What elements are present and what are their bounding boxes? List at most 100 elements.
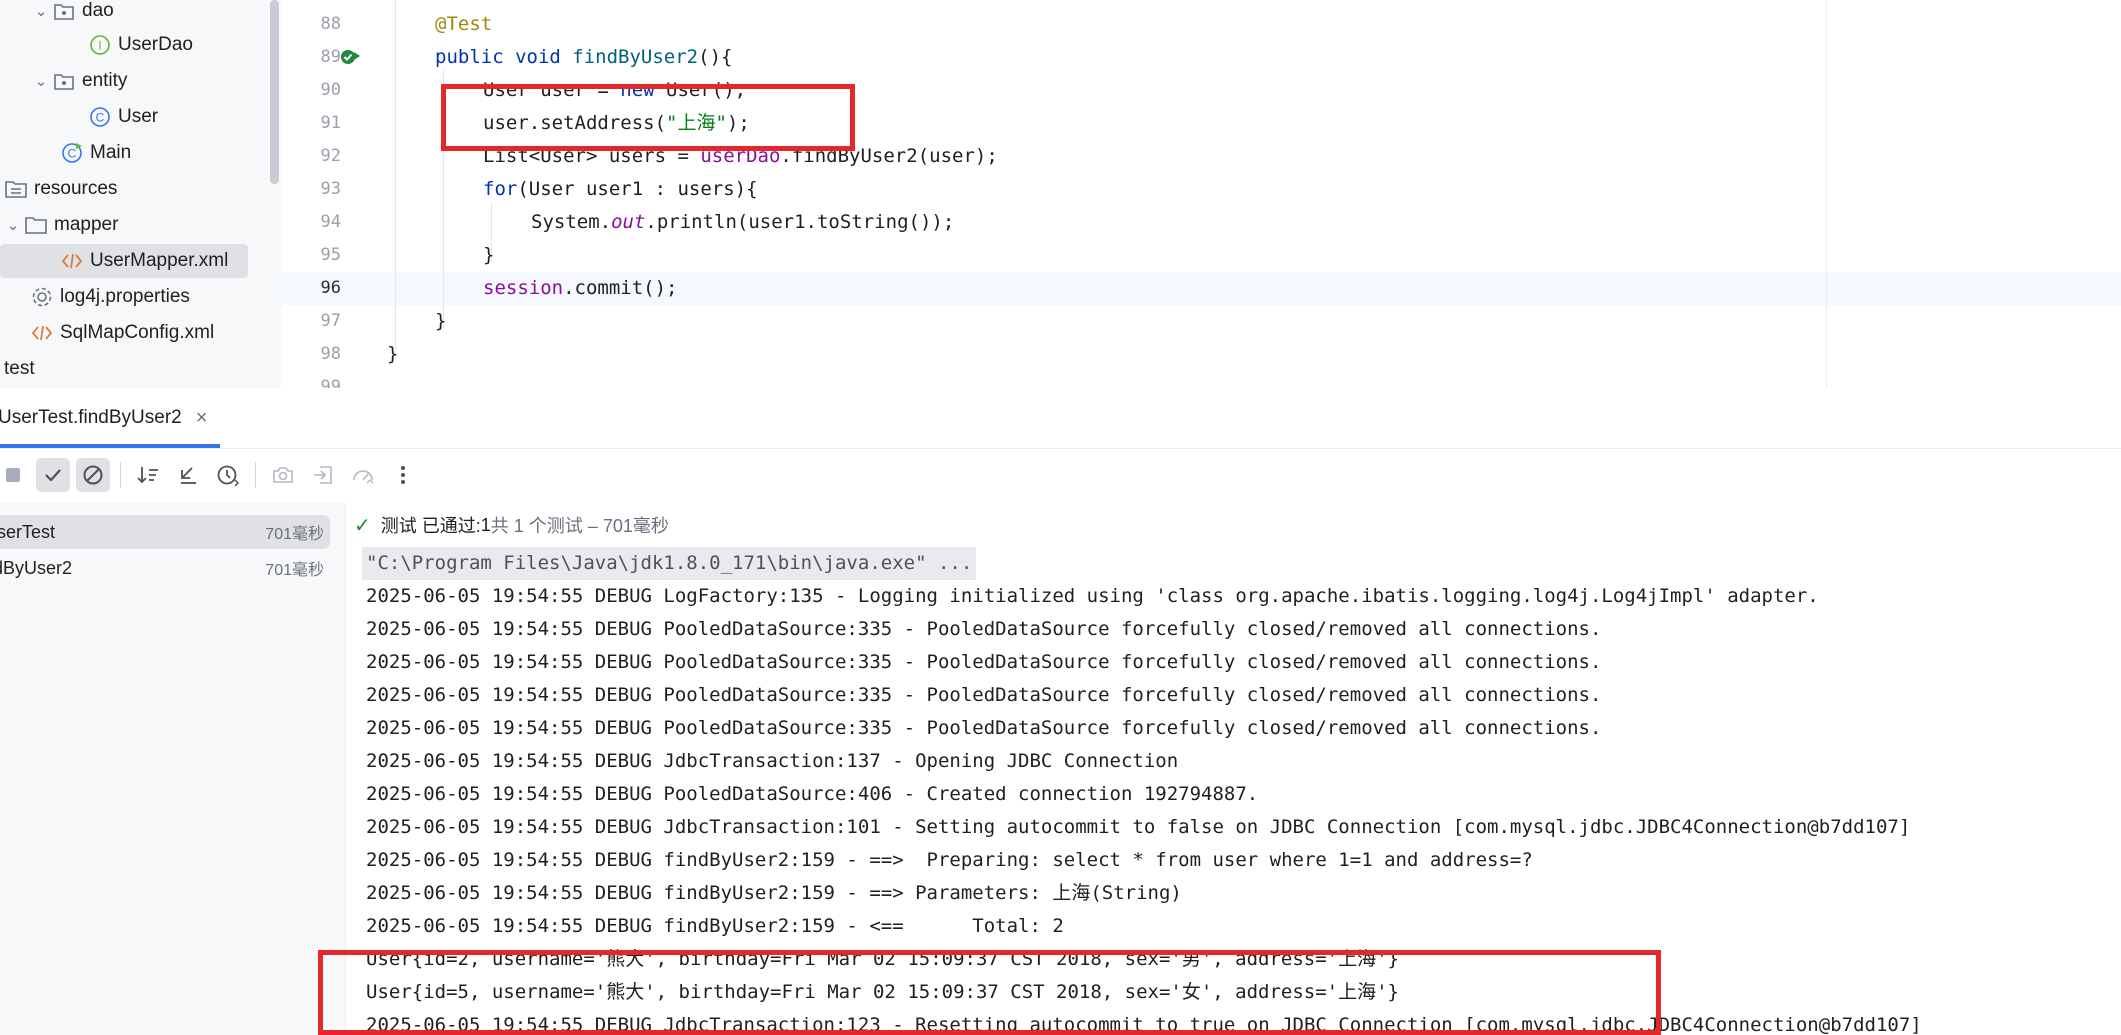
tree-item-label: entity xyxy=(82,70,128,91)
status-summary: 共 1 个测试 – 701毫秒 xyxy=(490,516,669,536)
tree-item-entity[interactable]: ⌄ entity xyxy=(30,64,128,98)
tree-item-test[interactable]: test xyxy=(4,352,35,386)
toolbar-separator xyxy=(255,462,256,488)
code-line-91: user.setAddress("上海"); xyxy=(483,112,750,134)
tree-item-usermapper-xml[interactable]: UserMapper.xml xyxy=(0,244,249,278)
tree-item-dao[interactable]: ⌄ dao xyxy=(30,0,114,28)
line-number: 94 xyxy=(320,212,341,232)
line-number: 88 xyxy=(320,14,341,34)
chevron-down-icon[interactable]: ⌄ xyxy=(30,2,52,20)
line-number: 98 xyxy=(320,344,341,364)
close-icon[interactable]: × xyxy=(196,407,208,430)
code-editor[interactable]: 88 89 90 91 92 93 94 95 96 97 98 99 @Tes… xyxy=(281,0,2121,388)
sort-by-duration-icon[interactable] xyxy=(211,458,245,492)
collapse-all-icon[interactable] xyxy=(171,458,205,492)
console-output[interactable]: ✓ 测试 已通过: 1 共 1 个测试 – 701毫秒 "C:\Program … xyxy=(346,503,2121,1035)
code-line-94: System.out.println(user1.toString()); xyxy=(531,211,955,233)
console-command-line[interactable]: "C:\Program Files\Java\jdk1.8.0_171\bin\… xyxy=(362,547,977,580)
code-line-92: List<User> users = userDao.findByUser2(u… xyxy=(483,145,998,167)
tree-item-mapper[interactable]: ⌄ mapper xyxy=(2,208,119,242)
code-line-88: @Test xyxy=(435,13,493,35)
line-number: 99 xyxy=(320,377,341,388)
stop-icon[interactable] xyxy=(0,458,30,492)
divider xyxy=(0,448,2121,449)
interface-icon: I xyxy=(88,33,112,57)
console-line: 2025-06-05 19:54:55 DEBUG JdbcTransactio… xyxy=(366,750,1179,772)
console-line: 2025-06-05 19:54:55 DEBUG PooledDataSour… xyxy=(366,651,1602,673)
project-tree-panel: ⌄ dao I UserDao ⌄ entity C User C Main r… xyxy=(0,0,281,388)
status-prefix: 测试 已通过: xyxy=(380,516,481,536)
test-tree-item-label: UserTest xyxy=(0,521,56,542)
camera-icon[interactable] xyxy=(266,458,300,492)
tree-item-label: resources xyxy=(34,178,118,199)
test-duration: 701毫秒 xyxy=(265,562,324,579)
sort-alphabetically-icon[interactable] xyxy=(131,458,165,492)
line-number: 92 xyxy=(320,146,341,166)
test-passed-run-icon[interactable] xyxy=(339,46,361,68)
tab-run-config[interactable]: UserTest.findByUser2 × xyxy=(0,388,207,448)
show-passed-toggle-icon[interactable] xyxy=(36,458,70,492)
code-line-98: } xyxy=(387,343,399,365)
line-number: 91 xyxy=(320,113,341,133)
resources-folder-icon xyxy=(4,177,28,201)
tree-item-userdao[interactable]: I UserDao xyxy=(88,28,193,62)
project-tree-scrollbar[interactable] xyxy=(270,0,279,184)
test-tree-item-findbyuser2[interactable]: findByUser2 701毫秒 xyxy=(0,551,330,585)
line-number: 96 xyxy=(320,278,341,298)
test-tree-item-root[interactable]: UserTest 701毫秒 xyxy=(0,515,330,549)
run-toolbar xyxy=(0,450,2121,500)
folder-icon xyxy=(24,213,48,237)
console-line: 2025-06-05 19:54:55 DEBUG LogFactory:135… xyxy=(366,585,1819,607)
coverage-gauge-icon[interactable] xyxy=(346,458,380,492)
toolbar-separator xyxy=(120,462,121,488)
code-line-93: for(User user1 : users){ xyxy=(483,178,758,200)
code-line-97: } xyxy=(435,310,447,332)
tree-item-user[interactable]: C User xyxy=(88,100,158,134)
tree-item-label: UserMapper.xml xyxy=(90,250,229,271)
line-number: 97 xyxy=(320,311,341,331)
chevron-down-icon[interactable]: ⌄ xyxy=(30,72,52,90)
check-icon: ✓ xyxy=(354,514,371,537)
test-duration: 701毫秒 xyxy=(265,526,324,543)
console-line: 2025-06-05 19:54:55 DEBUG PooledDataSour… xyxy=(366,783,1259,805)
show-ignored-toggle-icon[interactable] xyxy=(76,458,110,492)
svg-text:C: C xyxy=(96,111,105,125)
xml-file-icon xyxy=(30,321,54,345)
tree-item-main[interactable]: C Main xyxy=(60,136,131,170)
tree-item-label: log4j.properties xyxy=(60,286,190,307)
console-result-line: User{id=5, username='熊大', birthday=Fri M… xyxy=(366,981,1399,1003)
svg-text:I: I xyxy=(98,39,101,53)
tree-item-label: dao xyxy=(82,0,114,21)
console-line: 2025-06-05 19:54:55 DEBUG findByUser2:15… xyxy=(366,915,1064,937)
line-number: 90 xyxy=(320,80,341,100)
package-folder-icon xyxy=(52,0,76,23)
tree-item-label: SqlMapConfig.xml xyxy=(60,322,215,343)
code-line-95: } xyxy=(483,244,495,266)
tree-item-label: UserDao xyxy=(118,34,193,55)
line-number: 93 xyxy=(320,179,341,199)
right-margin-guide xyxy=(1826,0,1827,388)
indent-guide xyxy=(395,0,396,360)
console-line: 2025-06-05 19:54:55 DEBUG PooledDataSour… xyxy=(366,684,1602,706)
svg-text:C: C xyxy=(68,147,77,161)
code-line-89: public void findByUser2(){ xyxy=(435,46,733,68)
properties-file-icon xyxy=(30,285,54,309)
package-folder-icon xyxy=(52,69,76,93)
indent-guide xyxy=(443,70,444,328)
code-line-96: session.commit(); xyxy=(483,277,678,299)
console-line: 2025-06-05 19:54:55 DEBUG findByUser2:15… xyxy=(366,882,1182,904)
tree-item-label: mapper xyxy=(54,214,119,235)
tree-item-label: Main xyxy=(90,142,132,163)
import-tests-icon[interactable] xyxy=(306,458,340,492)
chevron-down-icon[interactable]: ⌄ xyxy=(2,216,24,234)
console-line: 2025-06-05 19:54:55 DEBUG PooledDataSour… xyxy=(366,717,1602,739)
more-options-icon[interactable] xyxy=(386,458,420,492)
code-line-90: User user = new User(); xyxy=(483,79,747,101)
console-line: 2025-06-05 19:54:55 DEBUG JdbcTransactio… xyxy=(366,1014,1922,1035)
tree-item-log4j-properties[interactable]: log4j.properties xyxy=(30,280,190,314)
test-tree-item-label: findByUser2 xyxy=(0,557,73,578)
tree-item-resources[interactable]: resources xyxy=(4,172,117,206)
tree-item-sqlmapconfig-xml[interactable]: SqlMapConfig.xml xyxy=(30,316,214,350)
console-result-line: User{id=2, username='熊大', birthday=Fri M… xyxy=(366,948,1399,970)
test-status-bar: ✓ 测试 已通过: 1 共 1 个测试 – 701毫秒 xyxy=(346,503,2121,547)
